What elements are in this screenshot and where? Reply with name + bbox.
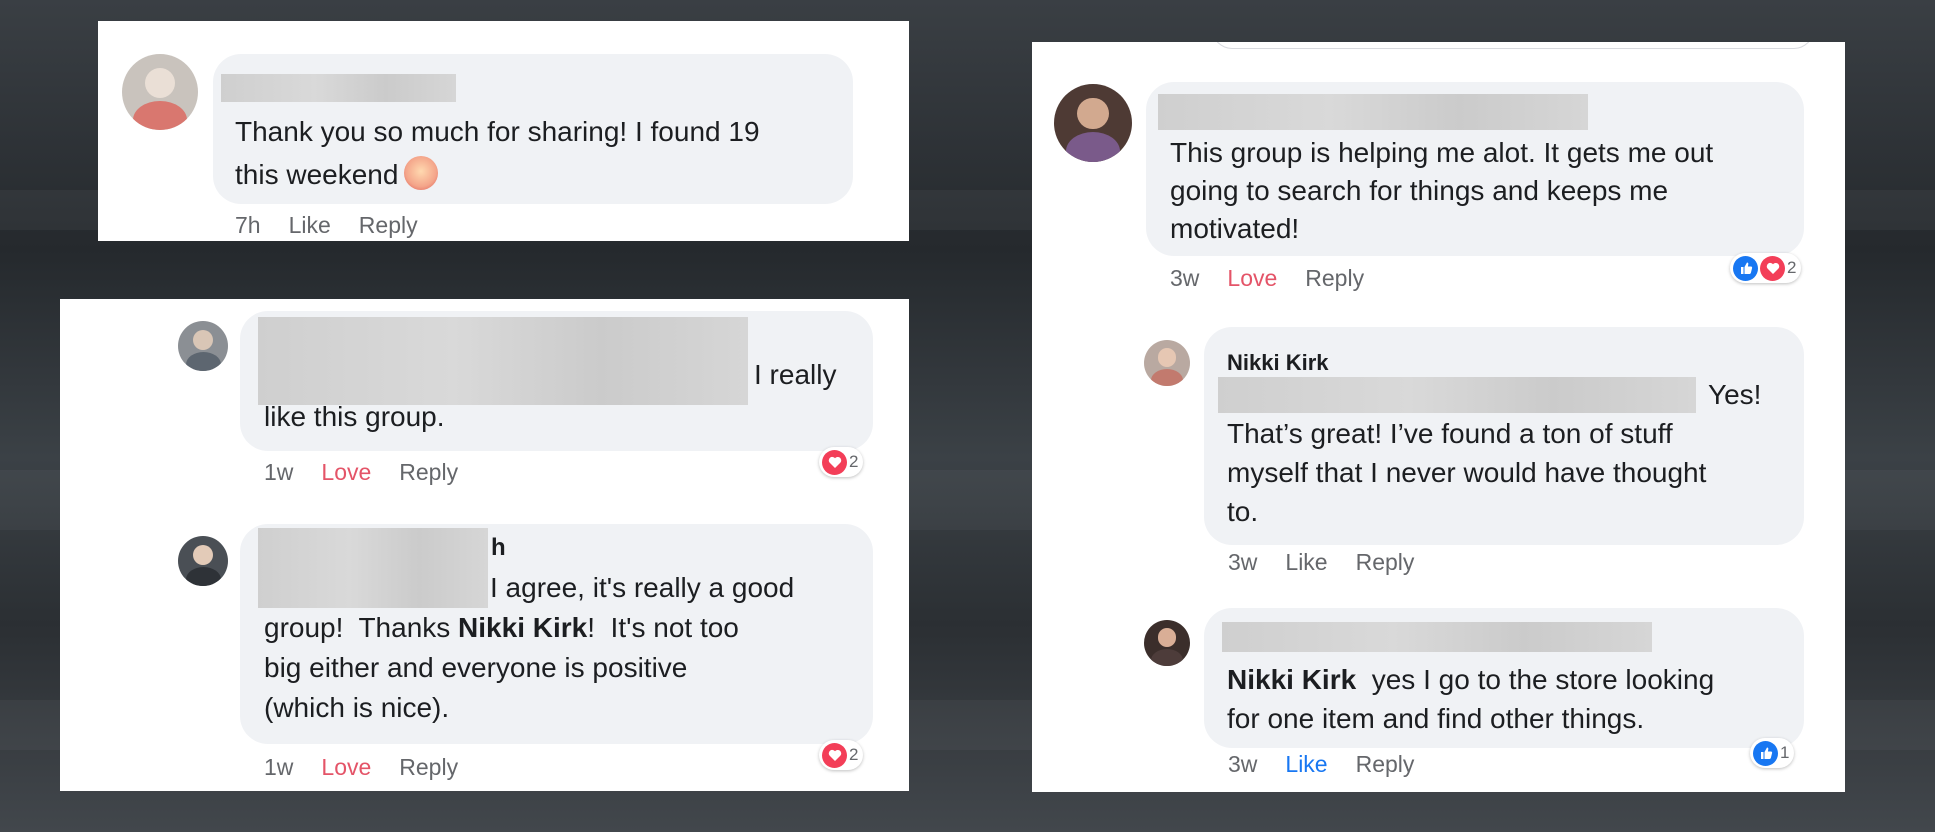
comment-text-line: Thank you so much for sharing! I found 1… (235, 116, 760, 147)
like-button[interactable]: Like (1285, 751, 1327, 778)
comment-text-line: motivated! (1170, 213, 1300, 244)
heart-reaction-icon (1760, 255, 1785, 281)
comment-actions: 3w Like Reply (1228, 549, 1442, 576)
love-button[interactable]: Love (321, 459, 371, 486)
comment-time[interactable]: 1w (264, 459, 293, 486)
avatar[interactable] (1054, 84, 1132, 162)
love-button[interactable]: Love (321, 754, 371, 781)
comment-text-line: I really (754, 359, 837, 390)
screaming-face-emoji-icon (404, 155, 439, 190)
reply-button[interactable]: Reply (1356, 549, 1415, 576)
comment-bubble: This group is helping me alot. It gets m… (1146, 82, 1804, 256)
comment-card-2: I really like this group. 2 1w Love Reply … (60, 299, 909, 791)
reaction-count: 2 (1787, 258, 1797, 277)
comment-text-line: (which is nice). (264, 692, 450, 723)
comment-actions: 3w Love Reply (1170, 265, 1392, 292)
comment-bubble: Nikki Kirk Yes! That’s great! I’ve found… (1204, 327, 1804, 545)
comment-text-line: group! Thanks Nikki Kirk! It's not too (264, 612, 739, 643)
comment-card-1: Thank you so much for sharing! I found 1… (98, 21, 909, 241)
previous-bubble-edge (1212, 42, 1814, 49)
comment-text-fragment: h (491, 534, 506, 561)
comment-text-line: Yes! (1708, 379, 1762, 410)
reaction-count: 1 (1780, 743, 1790, 762)
redacted-author-name (1222, 622, 1652, 652)
comment-time[interactable]: 1w (264, 754, 293, 781)
avatar[interactable] (178, 536, 228, 586)
comment-bubble: h I agree, it's really a good group! Tha… (240, 524, 873, 744)
comment-time[interactable]: 3w (1228, 549, 1257, 576)
avatar[interactable] (1144, 620, 1190, 666)
like-button[interactable]: Like (1285, 549, 1327, 576)
comment-text-line: big either and everyone is positive (264, 652, 688, 683)
like-button[interactable]: Like (289, 212, 331, 239)
avatar[interactable] (178, 321, 228, 371)
comment-bubble: I really like this group. (240, 311, 873, 451)
reaction-summary[interactable]: 2 (819, 740, 864, 770)
reaction-count: 2 (849, 452, 859, 471)
comment-bubble: Thank you so much for sharing! I found 1… (213, 54, 853, 204)
comment-actions: 1w Love Reply (264, 459, 486, 486)
comment-time[interactable]: 7h (235, 212, 261, 239)
mention-link[interactable]: Nikki Kirk (1227, 664, 1356, 695)
comment-text-line: like this group. (264, 401, 445, 432)
comment-time[interactable]: 3w (1228, 751, 1257, 778)
like-reaction-icon (1753, 740, 1778, 766)
redacted-author-name (1158, 94, 1588, 130)
avatar[interactable] (1144, 340, 1190, 386)
redacted-text (1218, 377, 1696, 413)
comment-text-line: for one item and find other things. (1227, 703, 1645, 734)
reaction-summary[interactable]: 2 (819, 447, 864, 477)
comment-text-line-wrap: this weekend (235, 155, 439, 195)
comment-actions: 3w Like Reply (1228, 751, 1442, 778)
reaction-count: 2 (849, 745, 859, 764)
reply-button[interactable]: Reply (399, 754, 458, 781)
reaction-summary[interactable]: 2 (1730, 253, 1802, 283)
reaction-summary[interactable]: 1 (1750, 738, 1795, 768)
love-button[interactable]: Love (1227, 265, 1277, 292)
avatar[interactable] (122, 54, 198, 130)
comment-actions: 1w Love Reply (264, 754, 486, 781)
reply-button[interactable]: Reply (1305, 265, 1364, 292)
comment-text-line: This group is helping me alot. It gets m… (1170, 137, 1714, 168)
comment-actions: 7h Like Reply (235, 212, 446, 239)
comment-card-3: This group is helping me alot. It gets m… (1032, 42, 1845, 792)
reply-button[interactable]: Reply (359, 212, 418, 239)
mention-link[interactable]: Nikki Kirk (458, 612, 587, 643)
comment-text-line: to. (1227, 496, 1259, 527)
like-reaction-icon (1733, 255, 1758, 281)
reply-button[interactable]: Reply (399, 459, 458, 486)
comment-text-line: myself that I never would have thought (1227, 457, 1707, 488)
comment-bubble: Nikki Kirk yes I go to the store looking… (1204, 608, 1804, 748)
comment-text-line: going to search for things and keeps me (1170, 175, 1669, 206)
comment-text-line: this weekend (235, 159, 399, 190)
redacted-author-name (258, 317, 748, 405)
redacted-author-name (221, 74, 456, 102)
comment-text-line: I agree, it's really a good (490, 572, 795, 603)
comment-time[interactable]: 3w (1170, 265, 1199, 292)
heart-reaction-icon (822, 742, 847, 768)
heart-reaction-icon (822, 449, 847, 475)
comment-text-line: Nikki Kirk yes I go to the store looking (1227, 664, 1715, 695)
comment-text-line: That’s great! I’ve found a ton of stuff (1227, 418, 1673, 449)
reply-button[interactable]: Reply (1356, 751, 1415, 778)
redacted-author-name (258, 528, 488, 608)
